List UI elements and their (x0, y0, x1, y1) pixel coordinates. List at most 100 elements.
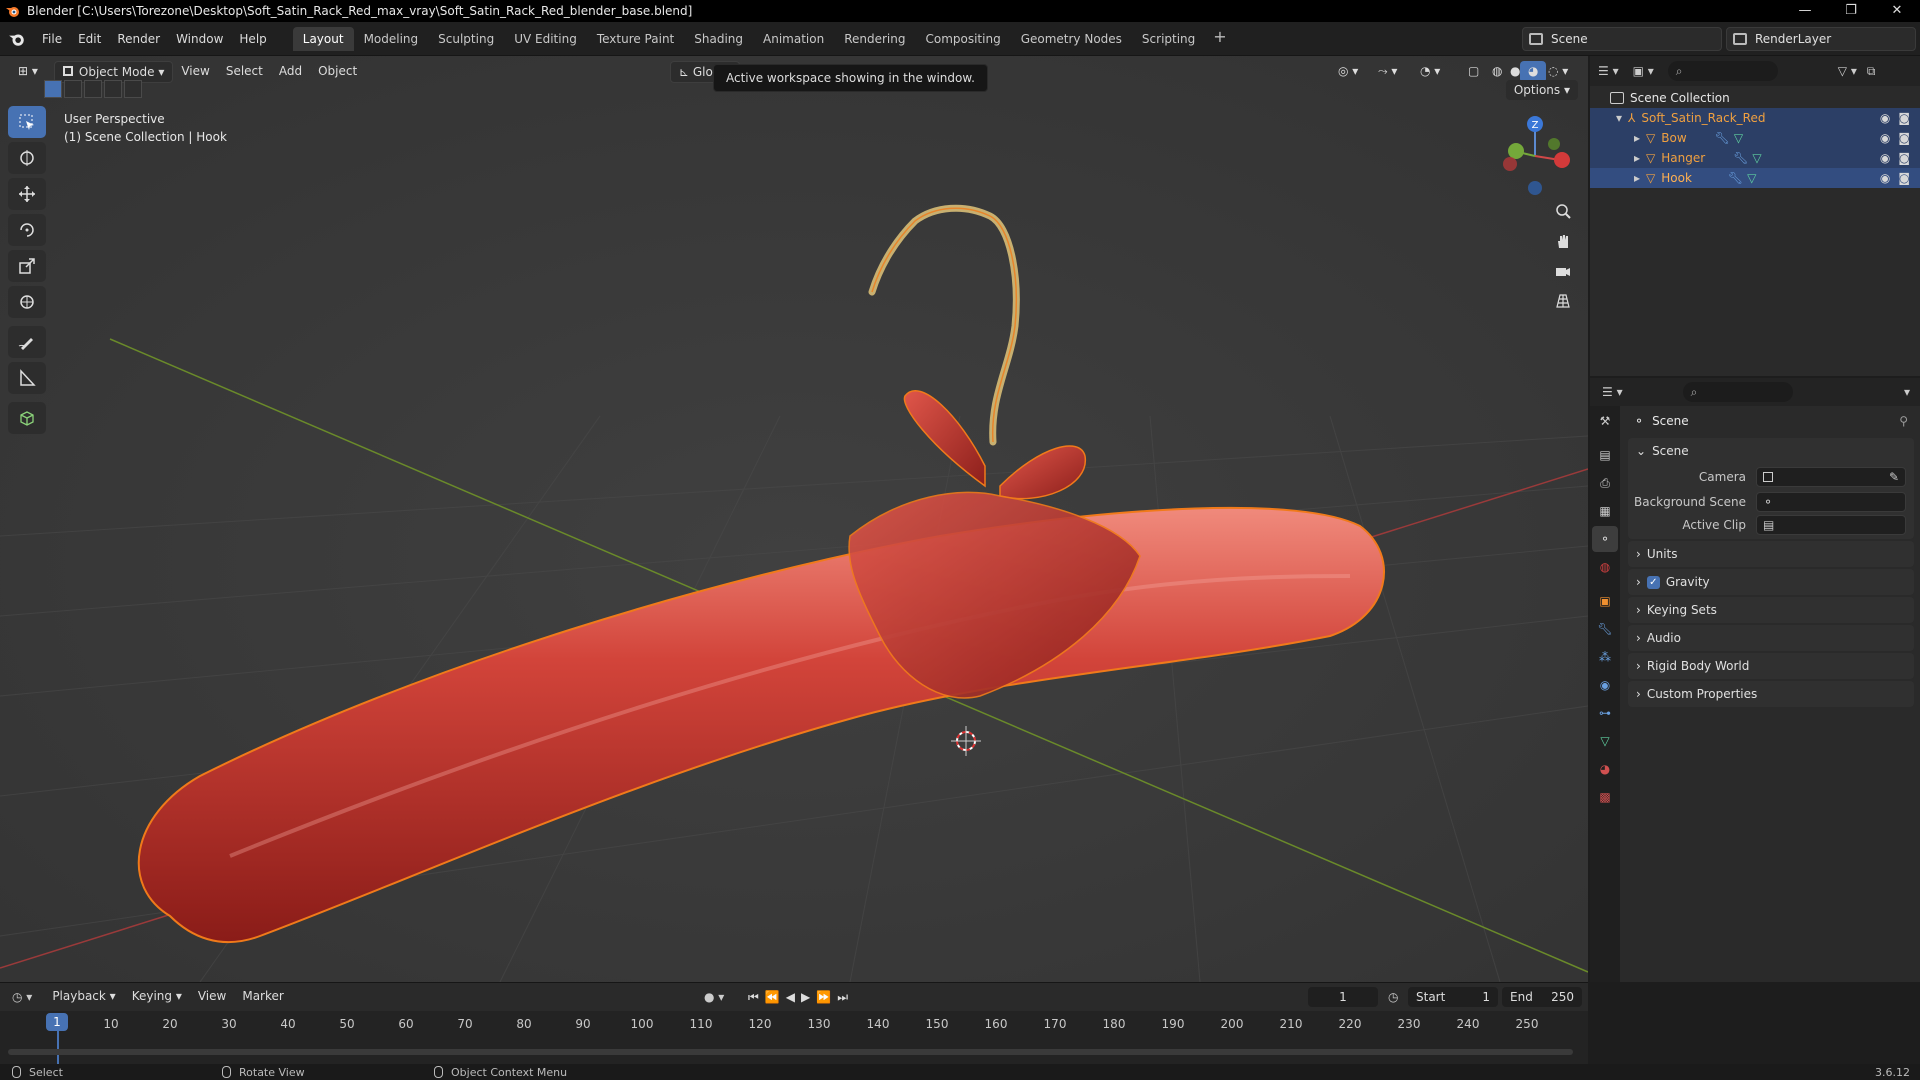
constraint-properties-icon[interactable]: ⊶ (1592, 700, 1618, 726)
add-menu[interactable]: Add (271, 61, 310, 83)
editor-type-icon[interactable]: ⊞ ▾ (10, 61, 46, 83)
outliner-display-mode-icon[interactable]: ☰ ▾ (1598, 64, 1619, 78)
eye-icon[interactable]: ◉ (1880, 171, 1890, 185)
new-collection-icon[interactable]: ⧉ (1867, 64, 1876, 79)
blender-menu-icon[interactable] (8, 30, 26, 48)
play-icon[interactable]: ▶ (801, 990, 816, 1004)
tab-sculpting[interactable]: Sculpting (428, 27, 504, 51)
properties-options-icon[interactable]: ▾ (1904, 385, 1910, 399)
tab-texture-paint[interactable]: Texture Paint (587, 27, 684, 51)
select-extend-icon[interactable] (64, 80, 82, 98)
properties-search-input[interactable]: ⌕ (1682, 382, 1793, 402)
output-properties-icon[interactable]: ⎙ (1592, 470, 1618, 496)
expand-arrow-icon[interactable]: ▸ (1634, 131, 1640, 145)
outliner-search-input[interactable]: ⌕ (1667, 61, 1778, 81)
outliner-row-collection[interactable]: ▾ ⅄ Soft_Satin_Rack_Red ◉ ◙ (1590, 108, 1920, 128)
annotate-tool[interactable] (8, 326, 46, 358)
outliner-row-scene-collection[interactable]: Scene Collection (1590, 88, 1920, 108)
transform-tool[interactable] (8, 286, 46, 318)
outliner-row-hanger[interactable]: ▸ ▽ Hanger 🔧︎ ▽ ◉ ◙ (1590, 148, 1920, 168)
material-properties-icon[interactable]: ◕ (1592, 756, 1618, 782)
particle-properties-icon[interactable]: ⁂ (1592, 644, 1618, 670)
timeline-scrollbar[interactable] (8, 1049, 1573, 1055)
tab-geometry-nodes[interactable]: Geometry Nodes (1011, 27, 1132, 51)
current-frame-field[interactable]: 1 (1308, 987, 1378, 1007)
eye-icon[interactable]: ◉ (1880, 131, 1890, 145)
keying-menu[interactable]: Keying ▾ (124, 986, 190, 1008)
select-invert-icon[interactable] (104, 80, 122, 98)
clock-icon[interactable]: ◷ (1388, 990, 1398, 1004)
eye-icon[interactable]: ◉ (1880, 111, 1890, 125)
menu-help[interactable]: Help (231, 28, 274, 50)
play-reverse-icon[interactable]: ◀ (786, 990, 801, 1004)
world-properties-icon[interactable]: ◍ (1592, 554, 1618, 580)
gizmo-neg-x[interactable] (1503, 157, 1517, 171)
tab-layout[interactable]: Layout (292, 26, 354, 51)
gizmo-toggle-icon[interactable]: ⤳ ▾ (1370, 61, 1405, 83)
gravity-checkbox[interactable]: ✓ (1646, 575, 1660, 589)
camera-field[interactable]: ✎ (1756, 466, 1906, 487)
close-window-button[interactable]: ✕ (1874, 0, 1920, 22)
gizmo-neg-y[interactable] (1548, 138, 1560, 150)
timeline-editor-icon[interactable]: ◷ ▾ (12, 990, 32, 1004)
outliner-filter-view-icon[interactable]: ▣ ▾ (1633, 64, 1654, 78)
active-clip-field[interactable]: ▤ (1756, 514, 1906, 535)
playback-menu[interactable]: Playback ▾ (44, 986, 123, 1008)
select-subtract-icon[interactable] (84, 80, 102, 98)
3d-viewport[interactable]: ⊞ ▾ Object Mode ▾ View Select Add Object… (0, 56, 1588, 982)
tab-compositing[interactable]: Compositing (915, 27, 1010, 51)
select-box-tool[interactable] (8, 106, 46, 138)
panel-rigid-body-world[interactable]: › Rigid Body World (1628, 653, 1914, 679)
menu-window[interactable]: Window (168, 28, 231, 50)
cursor-tool[interactable] (8, 142, 46, 174)
camera-render-icon[interactable]: ◙ (1898, 151, 1910, 165)
pan-hand-icon[interactable] (1548, 226, 1578, 256)
tool-settings-icon[interactable]: ⚒ (1592, 408, 1618, 434)
gizmo-x-axis[interactable] (1554, 152, 1570, 168)
marker-menu[interactable]: Marker (234, 986, 291, 1008)
scale-tool[interactable] (8, 250, 46, 282)
tab-shading[interactable]: Shading (684, 27, 753, 51)
eyedropper-icon[interactable]: ✎ (1889, 470, 1899, 484)
tab-scripting[interactable]: Scripting (1132, 27, 1205, 51)
tab-modeling[interactable]: Modeling (354, 27, 429, 51)
expand-arrow-icon[interactable]: ▾ (1616, 111, 1622, 125)
modifier-properties-icon[interactable]: 🔧︎ (1592, 616, 1618, 642)
move-tool[interactable] (8, 178, 46, 210)
gizmo-neg-z[interactable] (1528, 181, 1542, 195)
visibility-icon[interactable]: ◎ ▾ (1330, 61, 1366, 83)
data-properties-icon[interactable]: ▽ (1592, 728, 1618, 754)
panel-gravity[interactable]: › ✓ Gravity (1628, 569, 1914, 595)
perspective-grid-icon[interactable] (1548, 286, 1578, 316)
timeline-view-menu[interactable]: View (190, 986, 234, 1008)
scene-properties-icon[interactable]: ⚬ (1592, 526, 1618, 552)
scene-selector[interactable]: Scene (1522, 27, 1722, 51)
pin-icon[interactable]: ⚲ (1899, 414, 1908, 428)
prev-keyframe-icon[interactable]: ⏪ (765, 990, 786, 1004)
render-properties-icon[interactable]: ▤ (1592, 442, 1618, 468)
tab-animation[interactable]: Animation (753, 27, 834, 51)
eye-icon[interactable]: ◉ (1880, 151, 1890, 165)
select-new-icon[interactable] (44, 80, 62, 98)
frame-ruler[interactable]: 10 20 30 40 50 60 70 80 90 100 110 120 130 140 150 160 1… (0, 1013, 1588, 1037)
texture-properties-icon[interactable]: ▩ (1592, 784, 1618, 810)
camera-view-icon[interactable] (1548, 256, 1578, 286)
start-frame-field[interactable]: Start 1 (1408, 987, 1498, 1007)
physics-properties-icon[interactable]: ◉ (1592, 672, 1618, 698)
tab-uv-editing[interactable]: UV Editing (504, 27, 587, 51)
tab-rendering[interactable]: Rendering (834, 27, 915, 51)
playhead-frame[interactable]: 1 (46, 1013, 68, 1031)
add-cube-tool[interactable] (8, 402, 46, 434)
rotate-tool[interactable] (8, 214, 46, 246)
panel-units[interactable]: › Units (1628, 541, 1914, 567)
view-menu[interactable]: View (173, 61, 217, 83)
menu-render[interactable]: Render (109, 28, 168, 50)
camera-render-icon[interactable]: ◙ (1898, 111, 1910, 125)
add-workspace-button[interactable]: + (1205, 27, 1234, 51)
options-dropdown[interactable]: Options ▾ (1505, 80, 1578, 100)
select-intersect-icon[interactable] (124, 80, 142, 98)
jump-start-icon[interactable]: ⏮ (748, 990, 765, 1004)
next-keyframe-icon[interactable]: ⏩ (816, 990, 837, 1004)
expand-arrow-icon[interactable]: ▸ (1634, 151, 1640, 165)
record-icon[interactable]: ● ▾ (704, 990, 724, 1004)
